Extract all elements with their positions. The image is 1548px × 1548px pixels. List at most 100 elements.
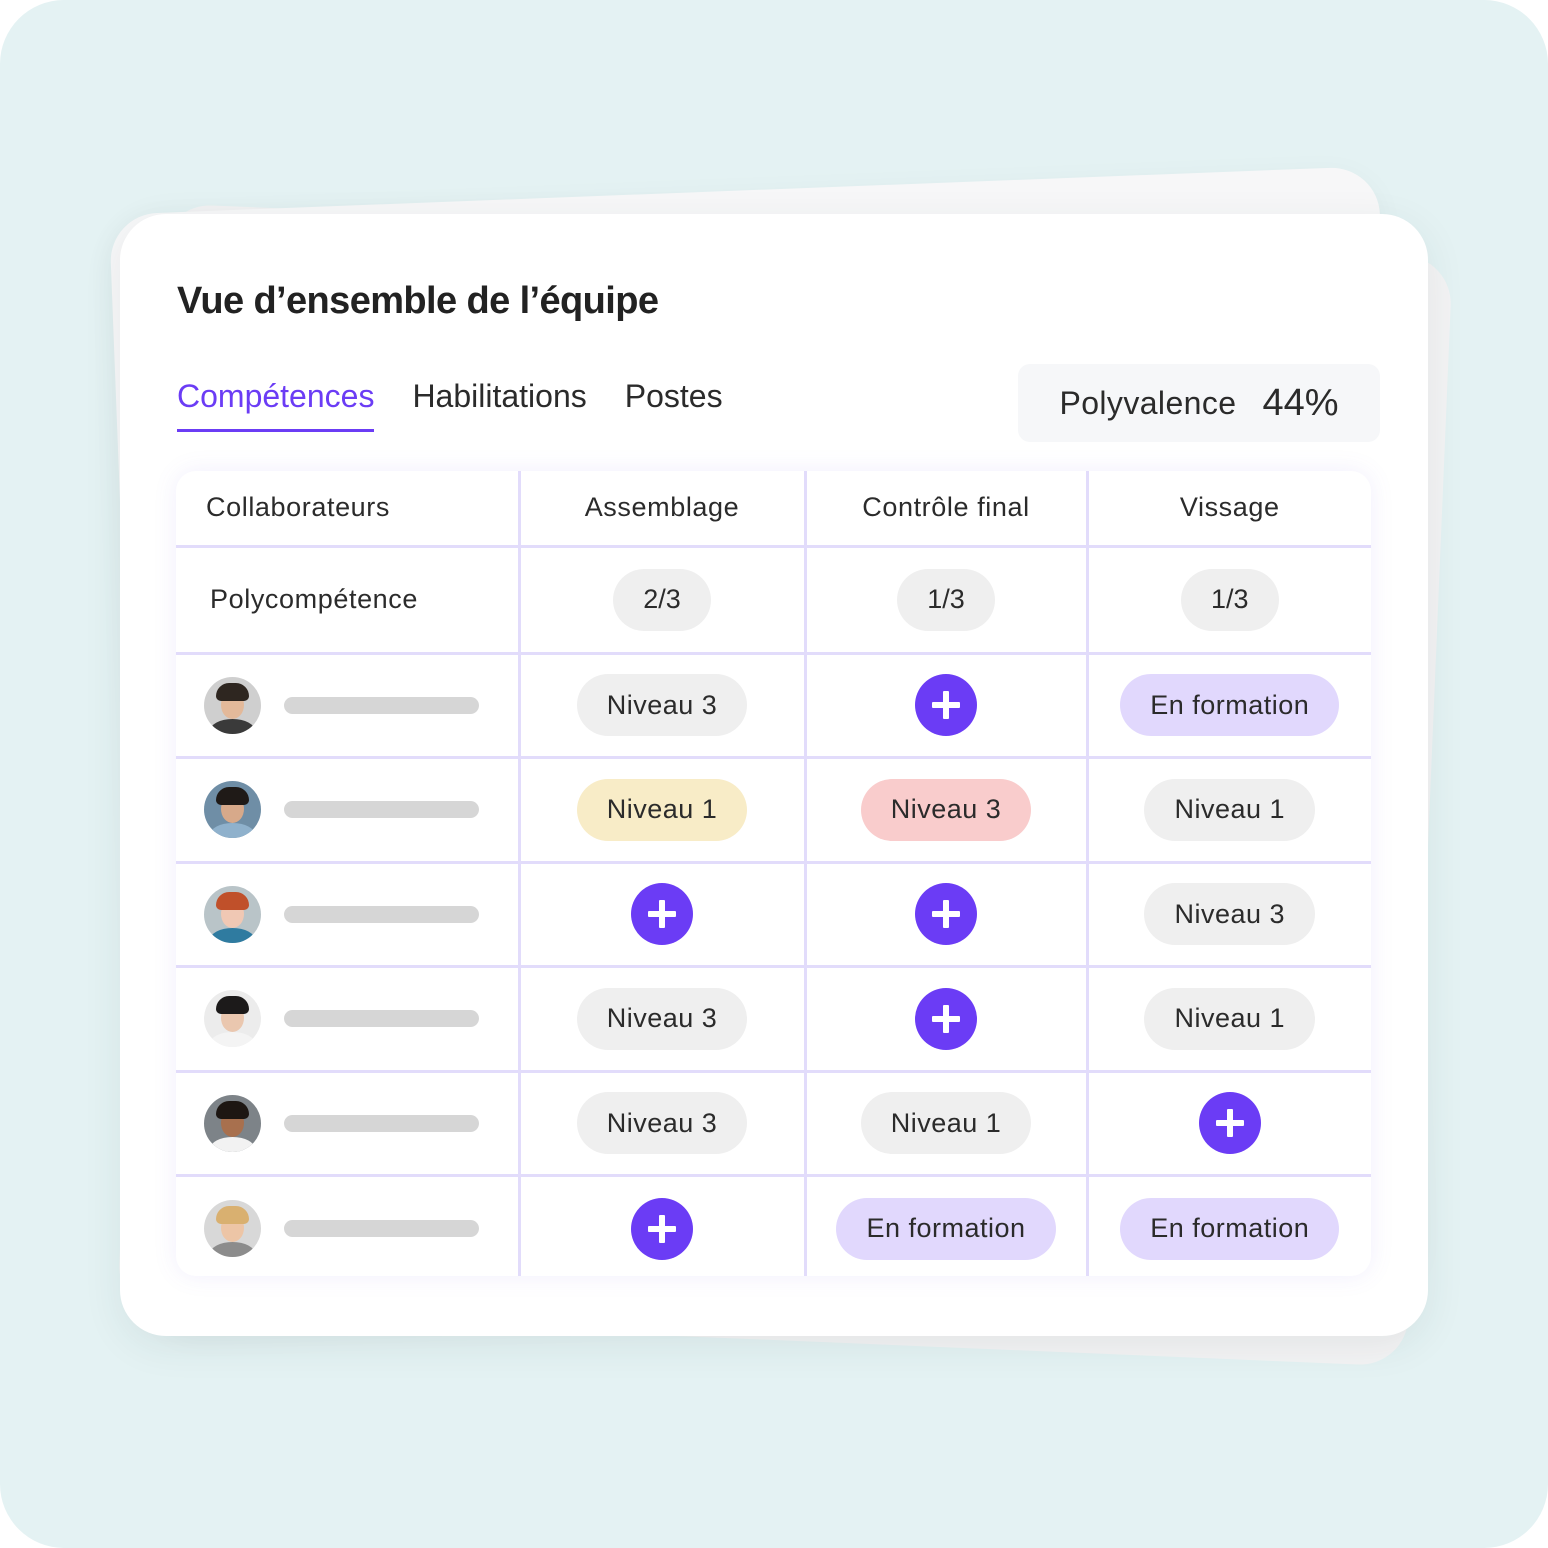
collaborator[interactable] <box>204 1200 518 1257</box>
add-skill-button[interactable] <box>915 987 977 1050</box>
polycompetence-vissage: 1/3 <box>1180 568 1279 631</box>
avatar-body <box>210 1032 255 1048</box>
avatar-body <box>210 1242 255 1257</box>
skill-cell-assemblage: Niveau 3 <box>519 1071 807 1177</box>
polycompetence-label: Polycompétence <box>176 546 521 655</box>
collaborator-cell <box>176 966 521 1073</box>
page-title: Vue d’ensemble de l’équipe <box>177 280 659 322</box>
avatar[interactable] <box>204 676 261 734</box>
column-header-collaborateurs: Collaborateurs <box>176 471 521 548</box>
name-placeholder <box>284 1220 479 1237</box>
tab-habilitations[interactable]: Habilitations <box>412 378 586 432</box>
collaborator[interactable] <box>204 1094 518 1152</box>
level-badge[interactable]: Niveau 1 <box>860 1092 1032 1155</box>
avatar-hair <box>216 1100 249 1119</box>
tab-postes[interactable]: Postes <box>625 378 723 432</box>
collaborator[interactable] <box>204 676 518 734</box>
avatar-hair <box>216 996 249 1015</box>
name-placeholder <box>284 1010 479 1028</box>
collaborator[interactable] <box>204 885 518 943</box>
avatar[interactable] <box>204 990 261 1048</box>
skill-cell-controle-final: Niveau 1 <box>805 1071 1089 1177</box>
level-badge[interactable]: Niveau 1 <box>576 778 748 841</box>
collaborator[interactable] <box>204 990 518 1048</box>
table-row: En formation En formation <box>176 1175 1371 1276</box>
add-skill-button[interactable] <box>1198 1092 1261 1155</box>
name-placeholder <box>284 801 479 819</box>
table-row: Niveau 3 Niveau 1 <box>176 966 1371 1073</box>
add-skill-button[interactable] <box>915 883 977 946</box>
level-badge[interactable]: Niveau 1 <box>1144 778 1316 841</box>
tab-bar: Compétences Habilitations Postes <box>177 378 723 432</box>
polycompetence-controle-final: 1/3 <box>897 568 995 631</box>
skill-cell-assemblage <box>519 862 807 968</box>
skill-cell-assemblage: Niveau 3 <box>519 966 807 1073</box>
avatar[interactable] <box>204 1200 261 1257</box>
name-placeholder <box>284 905 479 923</box>
avatar-hair <box>216 787 249 806</box>
tab-competences[interactable]: Compétences <box>177 378 375 432</box>
level-badge[interactable]: Niveau 3 <box>576 1092 748 1155</box>
plus-icon <box>932 900 960 929</box>
polyvalence-label: Polyvalence <box>1059 384 1237 421</box>
level-badge[interactable]: Niveau 3 <box>576 987 748 1050</box>
avatar-hair <box>216 891 249 910</box>
plus-icon <box>648 900 676 929</box>
training-badge[interactable]: En formation <box>1120 674 1340 737</box>
collaborator-cell <box>176 1071 521 1177</box>
avatar[interactable] <box>204 885 261 943</box>
background: Vue d’ensemble de l’équipe Compétences H… <box>0 0 1548 1548</box>
table-row: Niveau 1 Niveau 3 Niveau 1 <box>176 757 1371 864</box>
level-badge[interactable]: Niveau 3 <box>860 778 1032 841</box>
add-skill-button[interactable] <box>631 883 693 946</box>
table-row: Niveau 3 En formation <box>176 653 1371 759</box>
table-header-row: Collaborateurs Assemblage Contrôle final… <box>176 471 1371 548</box>
avatar-body <box>210 718 255 734</box>
collaborator[interactable] <box>204 781 518 839</box>
skill-cell-assemblage: Niveau 1 <box>519 757 807 864</box>
polyvalence-value: 44% <box>1262 381 1339 424</box>
skill-cell-vissage: Niveau 1 <box>1087 966 1371 1073</box>
avatar-body <box>210 823 255 839</box>
skill-cell-vissage: Niveau 1 <box>1087 757 1371 864</box>
avatar-hair <box>216 682 249 701</box>
level-badge[interactable]: Niveau 3 <box>1144 883 1316 946</box>
skill-cell-controle-final: Niveau 3 <box>805 757 1089 864</box>
plus-icon <box>932 1004 960 1033</box>
skill-cell-vissage: En formation <box>1087 653 1371 759</box>
skills-matrix: Collaborateurs Assemblage Contrôle final… <box>176 471 1371 1276</box>
polyvalence-summary: Polyvalence 44% <box>1018 364 1380 442</box>
table-row: Niveau 3 <box>176 862 1371 968</box>
team-overview-card: Vue d’ensemble de l’équipe Compétences H… <box>120 214 1428 1336</box>
avatar-body <box>210 1136 255 1152</box>
skill-cell-vissage: Niveau 3 <box>1087 862 1371 968</box>
table-row: Niveau 3 Niveau 1 <box>176 1071 1371 1177</box>
name-placeholder <box>284 696 479 714</box>
collaborator-cell <box>176 862 521 968</box>
training-badge[interactable]: En formation <box>1120 1197 1340 1260</box>
skill-cell-controle-final <box>805 653 1089 759</box>
name-placeholder <box>284 1114 479 1132</box>
collaborator-cell <box>176 1175 521 1276</box>
add-skill-button[interactable] <box>631 1197 693 1260</box>
avatar[interactable] <box>204 781 261 839</box>
avatar-hair <box>216 1206 249 1224</box>
polycompetence-assemblage: 2/3 <box>613 568 711 631</box>
column-header-vissage: Vissage <box>1087 471 1371 548</box>
skill-cell-assemblage <box>519 1175 807 1276</box>
skill-cell-assemblage: Niveau 3 <box>519 653 807 759</box>
skill-cell-controle-final <box>805 966 1089 1073</box>
plus-icon <box>648 1214 676 1243</box>
plus-icon <box>1215 1109 1244 1138</box>
add-skill-button[interactable] <box>915 674 977 737</box>
avatar[interactable] <box>204 1094 261 1152</box>
skill-cell-controle-final <box>805 862 1089 968</box>
training-badge[interactable]: En formation <box>836 1197 1056 1260</box>
polycompetence-row: Polycompétence 2/3 1/3 1/3 <box>176 546 1371 655</box>
level-badge[interactable]: Niveau 1 <box>1144 987 1316 1050</box>
column-header-assemblage: Assemblage <box>519 471 807 548</box>
avatar-body <box>210 927 255 943</box>
collaborator-cell <box>176 757 521 864</box>
collaborator-cell <box>176 653 521 759</box>
level-badge[interactable]: Niveau 3 <box>576 674 748 737</box>
